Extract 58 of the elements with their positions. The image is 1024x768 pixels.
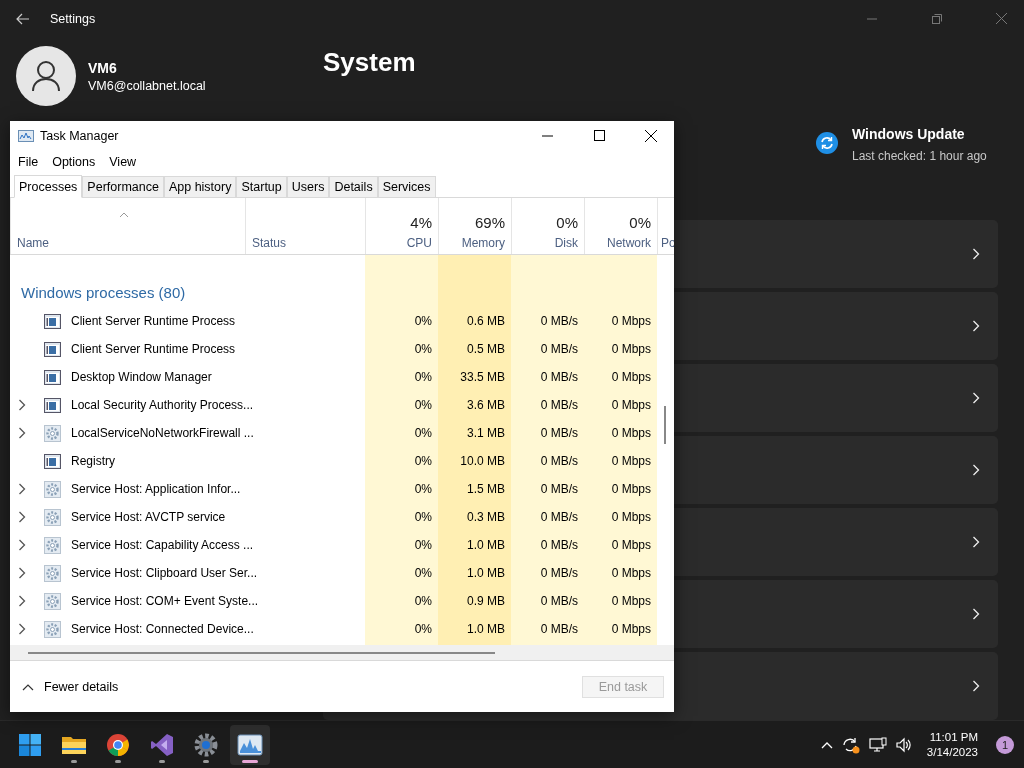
table-cell-text: 1.0 MB xyxy=(467,538,506,552)
update-status: Last checked: 1 hour ago xyxy=(852,149,988,163)
table-cell-text: 0 Mbps xyxy=(611,510,652,524)
column-total: 0% xyxy=(556,214,578,231)
table-cell-text: 1.0 MB xyxy=(467,622,506,636)
table-cell-text: 0% xyxy=(414,426,433,440)
table-cell-text: 10.0 MB xyxy=(460,454,506,468)
table-cell-text: 0% xyxy=(414,314,433,328)
table-cell-text: 0 Mbps xyxy=(611,622,652,636)
table-cell-text: 0% xyxy=(414,538,433,552)
page-title: System xyxy=(323,47,417,78)
table-cell-text: 0 Mbps xyxy=(611,482,652,496)
table-cell-text: 0 MB/s xyxy=(540,622,579,636)
table-cell-text: 33.5 MB xyxy=(460,370,506,384)
table-cell-text: 3.6 MB xyxy=(467,398,506,412)
table-cell-text: 0 Mbps xyxy=(611,594,652,608)
window-title: Settings xyxy=(50,11,97,26)
table-cell-text: 0 MB/s xyxy=(540,566,579,580)
table-cell-text: 0 Mbps xyxy=(611,370,652,384)
table-cell-text: 0 MB/s xyxy=(540,482,579,496)
table-cell-text: 0% xyxy=(414,510,433,524)
table-cell-text: 0 Mbps xyxy=(611,314,652,328)
table-cell-text: 0% xyxy=(414,342,433,356)
column-total: 0% xyxy=(629,214,651,231)
table-cell-text: 0.5 MB xyxy=(467,342,506,356)
table-cell-text: 0 Mbps xyxy=(611,426,652,440)
table-cell-text: 0 Mbps xyxy=(611,538,652,552)
table-cell-text: 0% xyxy=(414,622,433,636)
table-cell-text: 0 MB/s xyxy=(540,314,579,328)
column-total: 4% xyxy=(410,214,432,231)
user-name: VM6 xyxy=(88,60,118,76)
table-cell-text: 0% xyxy=(414,370,433,384)
window-title: Task Manager xyxy=(40,128,120,143)
table-cell-text: 0 MB/s xyxy=(540,426,579,440)
table-cell-text: 0% xyxy=(414,398,433,412)
table-cell-text: 0 MB/s xyxy=(540,398,579,412)
table-cell-text: 0 Mbps xyxy=(611,566,652,580)
table-cell-text: 0% xyxy=(414,482,433,496)
table-cell-text: 0 MB/s xyxy=(540,342,579,356)
table-cell-text: 0 Mbps xyxy=(611,342,652,356)
table-cell-text: 0% xyxy=(414,566,433,580)
table-cell-text: 0% xyxy=(414,454,433,468)
table-cell-text: 0 MB/s xyxy=(540,538,579,552)
table-cell-text: 3.1 MB xyxy=(467,426,506,440)
table-cell-text: 1.5 MB xyxy=(467,482,506,496)
table-cell-text: 0.3 MB xyxy=(467,510,506,524)
table-cell-text: 0 Mbps xyxy=(611,454,652,468)
table-cell-text: 0 MB/s xyxy=(540,454,579,468)
column-total: 69% xyxy=(474,214,505,231)
table-cell-text: 0 MB/s xyxy=(540,370,579,384)
table-cell-text: 0% xyxy=(414,594,433,608)
table-cell-text: 0.6 MB xyxy=(467,314,506,328)
table-cell-text: 0 Mbps xyxy=(611,398,652,412)
table-cell-text: 0.9 MB xyxy=(467,594,506,608)
user-email: VM6@collabnet.local xyxy=(88,79,206,93)
table-cell-text: 1.0 MB xyxy=(467,566,506,580)
table-cell-text: 0 MB/s xyxy=(540,510,579,524)
table-cell-text: 0 MB/s xyxy=(540,594,579,608)
